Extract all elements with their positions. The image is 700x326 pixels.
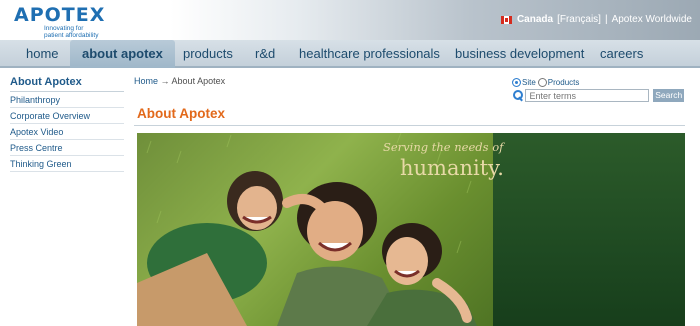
breadcrumb-arrow-icon: → [160,76,170,86]
scope-products-radio[interactable] [537,77,547,87]
scope-site-label[interactable]: Site [522,78,536,87]
search-row: Search [512,89,684,102]
sidebar: About Apotex Philanthropy Corporate Over… [10,76,124,172]
nav-healthcare-professionals[interactable]: healthcare professionals [299,40,440,68]
sidebar-item-philanthropy[interactable]: Philanthropy [10,92,124,108]
nav-products[interactable]: products [183,40,233,68]
logo-tagline: Innovating for patient affordability [44,25,105,39]
search-icon [512,89,524,102]
worldwide-link[interactable]: Apotex Worldwide [612,14,692,25]
title-divider [134,125,685,126]
sidebar-item-press-centre[interactable]: Press Centre [10,140,124,156]
hero-tagline-line1: Serving the needs of [383,140,504,154]
nav-home[interactable]: home [26,40,59,68]
nav-about-apotex[interactable]: about apotex [70,40,175,68]
language-link[interactable]: [Français] [557,14,601,25]
main-nav: home about apotex products r&d healthcar… [0,40,700,68]
locale-bar: Canada [Français] | Apotex Worldwide [500,14,692,25]
search-button[interactable]: Search [653,89,684,102]
breadcrumb: Home → About Apotex [134,76,225,86]
sidebar-item-thinking-green[interactable]: Thinking Green [10,156,124,172]
sidebar-item-corporate-overview[interactable]: Corporate Overview [10,108,124,124]
logo-tagline-line1: Innovating for [44,25,84,32]
search-scope: Site Products [512,76,684,88]
sidebar-item-apotex-video[interactable]: Apotex Video [10,124,124,140]
breadcrumb-home[interactable]: Home [134,76,158,86]
nav-careers[interactable]: careers [600,40,643,68]
country-label: Canada [516,14,554,25]
nav-r-and-d[interactable]: r&d [255,40,275,68]
page-title: About Apotex [137,106,225,121]
hero-tagline-line2: humanity. [400,156,504,180]
search-box: Site Products Search [512,76,684,102]
sidebar-title[interactable]: About Apotex [10,76,124,92]
scope-site-radio[interactable] [512,77,521,87]
locale-separator: | [604,14,608,25]
nav-business-development[interactable]: business development [455,40,584,68]
search-input[interactable] [525,89,650,102]
header: APOTEX Innovating for patient affordabil… [0,0,700,40]
hero-green-panel [493,133,685,326]
logo-wordmark: APOTEX [14,4,106,26]
logo-tagline-line2: patient affordability [44,32,99,39]
canada-flag-icon [500,15,512,24]
scope-products-label[interactable]: Products [548,78,580,87]
breadcrumb-current: About Apotex [171,76,226,86]
apotex-logo[interactable]: APOTEX Innovating for patient affordabil… [14,5,105,39]
